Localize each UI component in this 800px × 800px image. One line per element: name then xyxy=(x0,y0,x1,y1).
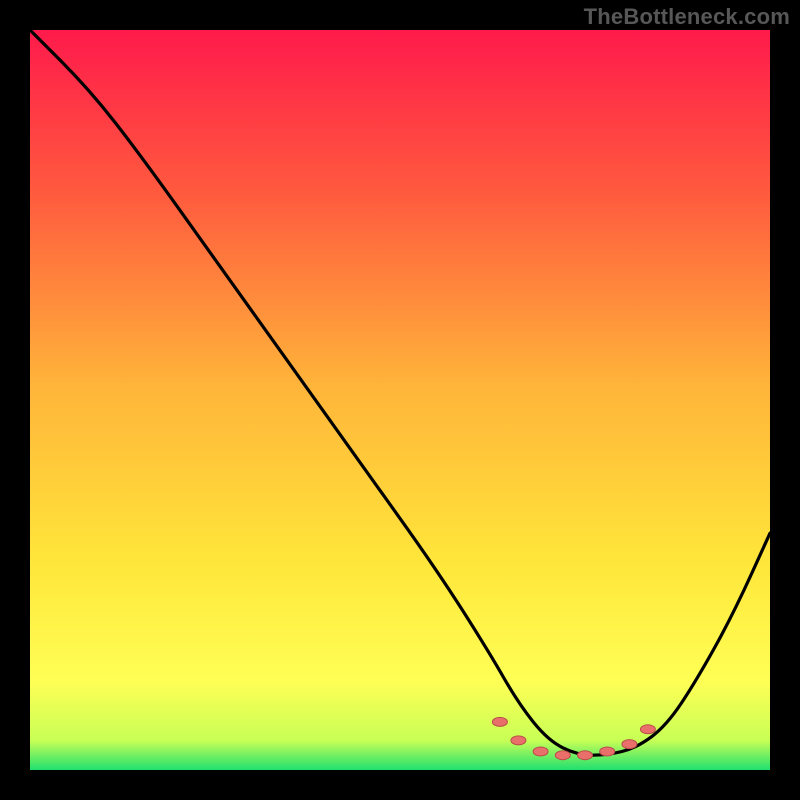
curve-marker xyxy=(492,717,507,726)
curve-marker xyxy=(578,751,593,760)
watermark-text: TheBottleneck.com xyxy=(584,4,790,30)
curve-marker xyxy=(533,747,548,756)
curve-marker xyxy=(555,751,570,760)
curve-marker xyxy=(640,725,655,734)
chart-frame: TheBottleneck.com xyxy=(0,0,800,800)
curve-marker xyxy=(511,736,526,745)
plot-svg xyxy=(30,30,770,770)
curve-marker xyxy=(622,740,637,749)
curve-marker xyxy=(600,747,615,756)
gradient-background xyxy=(30,30,770,770)
plot-area xyxy=(30,30,770,770)
